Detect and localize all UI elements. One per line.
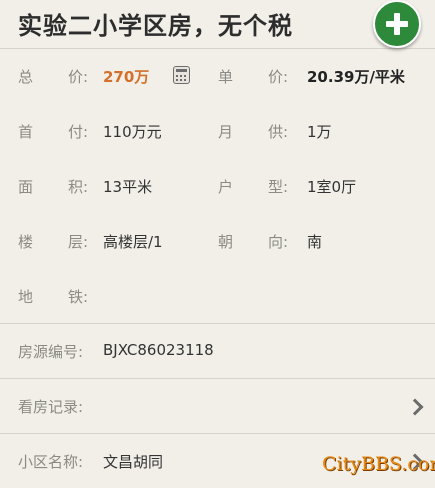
plus-circle-icon[interactable] (373, 0, 421, 48)
listing-id-row: 房源编号: BJXC86023118 (0, 324, 435, 379)
layout-label: 户型: (218, 178, 288, 196)
monthly-payment-label: 月供: (218, 123, 288, 141)
subway-row: 地铁: (0, 269, 435, 324)
listing-id-value: BJXC86023118 (103, 341, 214, 359)
price-row: 总价: 270万 单价: 20.39万/平米 (0, 49, 435, 103)
floor-label: 楼层: (18, 233, 88, 251)
monthly-payment-value: 1万 (307, 123, 332, 141)
unit-price-value: 20.39万/平米 (307, 68, 405, 86)
total-price-value: 270万 (103, 68, 150, 86)
area-row: 面积: 13平米 户型: 1室0厅 (0, 159, 435, 213)
area-label: 面积: (18, 178, 88, 196)
viewing-record-row[interactable]: 看房记录: (0, 379, 435, 434)
header-bar: 实验二小学区房，无个税 (0, 0, 435, 49)
down-payment-label: 首付: (18, 123, 88, 141)
listing-id-label: 房源编号: (18, 343, 84, 361)
community-label: 小区名称: (18, 453, 84, 471)
orientation-value: 南 (307, 233, 323, 251)
page-title: 实验二小学区房，无个税 (18, 12, 293, 40)
viewing-record-label: 看房记录: (18, 398, 84, 416)
unit-price-label: 单价: (218, 68, 288, 86)
area-value: 13平米 (103, 178, 153, 196)
floor-value: 高楼层/1 (103, 233, 163, 251)
total-price-label: 总价: (18, 68, 88, 86)
watermark-text: CityBBS.com (322, 453, 435, 475)
orientation-label: 朝向: (218, 233, 288, 251)
community-value: 文昌胡同 (103, 453, 164, 471)
payment-row: 首付: 110万元 月供: 1万 (0, 104, 435, 158)
layout-value: 1室0厅 (307, 178, 357, 196)
chevron-right-icon (406, 398, 424, 416)
floor-row: 楼层: 高楼层/1 朝向: 南 (0, 214, 435, 268)
subway-label: 地铁: (18, 288, 88, 306)
down-payment-value: 110万元 (103, 123, 162, 141)
calculator-icon[interactable] (173, 66, 190, 84)
